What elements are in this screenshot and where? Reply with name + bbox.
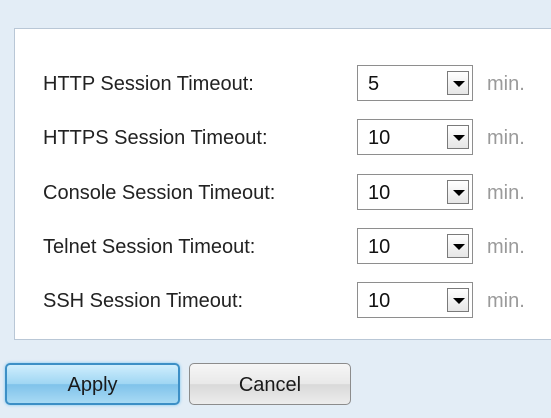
session-timeout-page: HTTP Session Timeout: 5 min. HTTPS Sessi… bbox=[0, 0, 551, 418]
telnet-timeout-value: 10 bbox=[368, 236, 391, 258]
console-timeout-value: 10 bbox=[368, 182, 391, 204]
chevron-down-icon[interactable] bbox=[447, 288, 469, 312]
console-timeout-label: Console Session Timeout: bbox=[43, 182, 276, 204]
ssh-timeout-label: SSH Session Timeout: bbox=[43, 290, 244, 312]
ssh-timeout-select[interactable]: 10 bbox=[357, 282, 473, 318]
http-timeout-row: HTTP Session Timeout: 5 min. bbox=[15, 65, 551, 101]
telnet-timeout-label: Telnet Session Timeout: bbox=[43, 236, 256, 258]
chevron-down-icon[interactable] bbox=[447, 125, 469, 149]
https-timeout-label: HTTPS Session Timeout: bbox=[43, 127, 268, 149]
apply-button[interactable]: Apply bbox=[5, 363, 180, 405]
telnet-timeout-row: Telnet Session Timeout: 10 min. bbox=[15, 228, 551, 264]
https-timeout-unit: min. bbox=[487, 127, 525, 149]
https-timeout-row: HTTPS Session Timeout: 10 min. bbox=[15, 119, 551, 155]
session-timeout-panel: HTTP Session Timeout: 5 min. HTTPS Sessi… bbox=[14, 28, 551, 340]
http-timeout-label: HTTP Session Timeout: bbox=[43, 73, 254, 95]
http-timeout-select[interactable]: 5 bbox=[357, 65, 473, 101]
ssh-timeout-unit: min. bbox=[487, 290, 525, 312]
https-timeout-value: 10 bbox=[368, 127, 391, 149]
http-timeout-unit: min. bbox=[487, 73, 525, 95]
telnet-timeout-unit: min. bbox=[487, 236, 525, 258]
chevron-down-icon[interactable] bbox=[447, 71, 469, 95]
cancel-button[interactable]: Cancel bbox=[189, 363, 351, 405]
chevron-down-icon[interactable] bbox=[447, 234, 469, 258]
ssh-timeout-value: 10 bbox=[368, 290, 391, 312]
console-timeout-row: Console Session Timeout: 10 min. bbox=[15, 174, 551, 210]
console-timeout-unit: min. bbox=[487, 182, 525, 204]
https-timeout-select[interactable]: 10 bbox=[357, 119, 473, 155]
ssh-timeout-row: SSH Session Timeout: 10 min. bbox=[15, 282, 551, 318]
telnet-timeout-select[interactable]: 10 bbox=[357, 228, 473, 264]
chevron-down-icon[interactable] bbox=[447, 180, 469, 204]
http-timeout-value: 5 bbox=[368, 73, 380, 95]
console-timeout-select[interactable]: 10 bbox=[357, 174, 473, 210]
